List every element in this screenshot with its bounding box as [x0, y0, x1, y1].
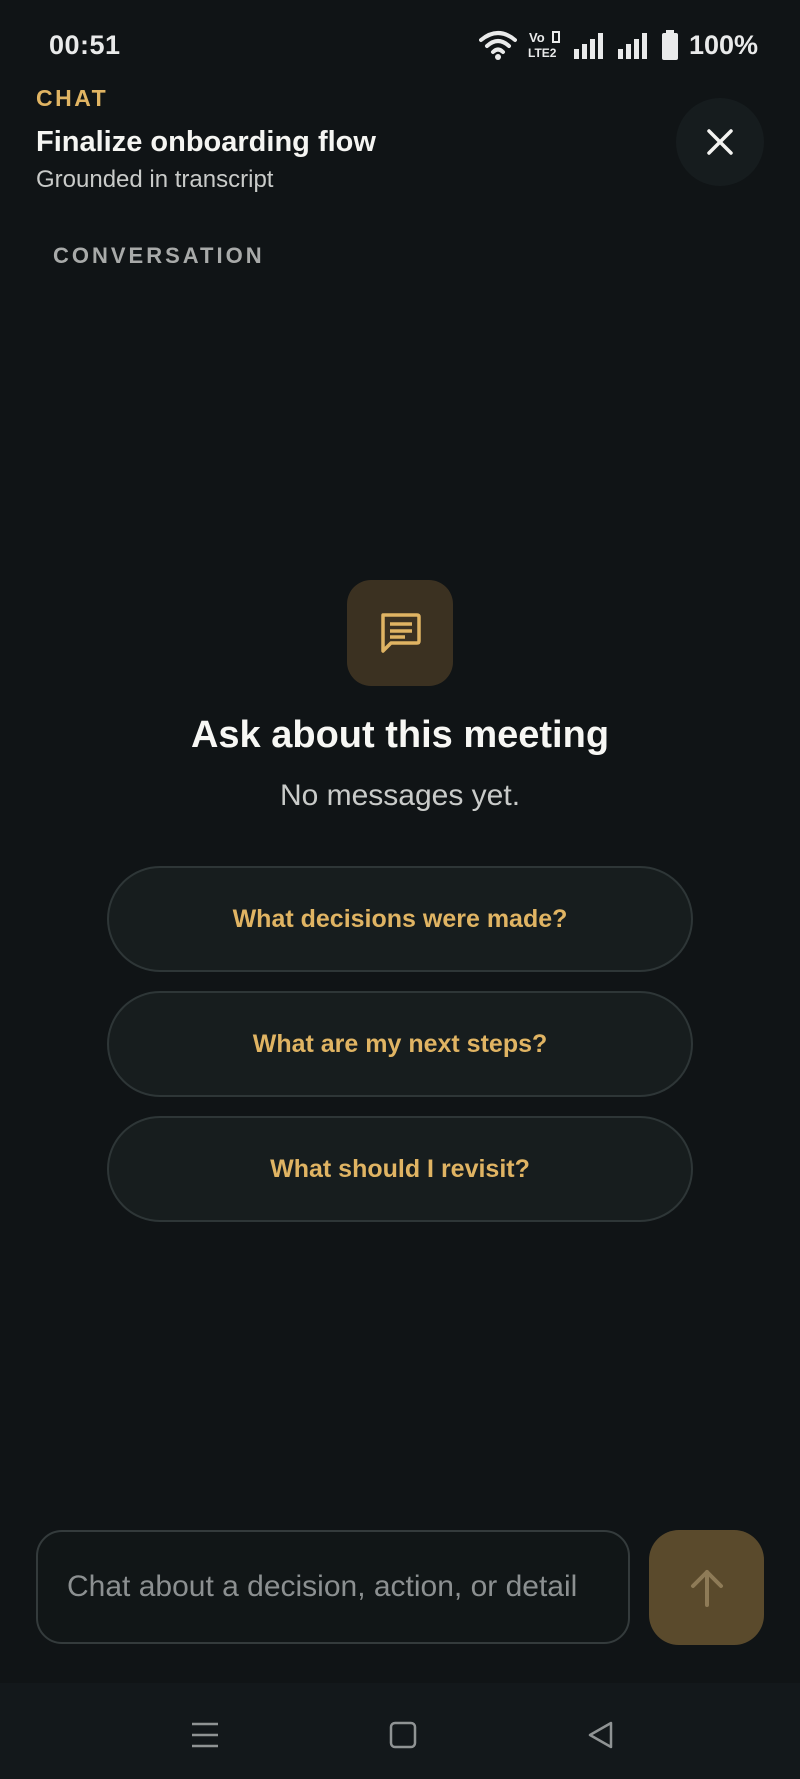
chat-composer [36, 1530, 630, 1644]
close-icon [707, 129, 733, 155]
battery-icon [661, 30, 678, 60]
status-bar: 00:51 Vo LTE2 100% [0, 0, 800, 92]
empty-state-subtitle: No messages yet. [279, 779, 521, 812]
arrow-up-icon [690, 1569, 723, 1607]
wifi-icon [478, 31, 517, 60]
empty-state: Ask about this meeting No messages yet. [0, 580, 800, 814]
empty-state-title: Ask about this meeting [190, 714, 610, 756]
signal-icon [573, 33, 603, 59]
volte-icon: Vo LTE2 [528, 30, 560, 60]
empty-state-icon-tile [347, 580, 453, 686]
back-button[interactable] [579, 1713, 623, 1757]
volte-line-2: LTE2 [528, 46, 557, 60]
volte-line-1: Vo [529, 30, 545, 45]
menu-icon [192, 1722, 218, 1748]
chat-bubble-icon [381, 613, 421, 653]
home-button[interactable] [381, 1713, 425, 1757]
section-label: CONVERSATION [53, 243, 265, 268]
system-nav-bar [0, 1683, 800, 1779]
header-eyebrow: CHAT [36, 85, 109, 111]
suggestion-revisit-button[interactable]: What should I revisit? [107, 1116, 693, 1222]
meeting-subtitle: Grounded in transcript [36, 166, 274, 193]
chat-input[interactable] [65, 1569, 628, 1605]
home-square-icon [389, 1721, 417, 1749]
suggestion-list: What decisions were made? What are my ne… [107, 866, 693, 1241]
status-time: 00:51 [49, 30, 121, 60]
recents-button[interactable] [183, 1713, 227, 1757]
signal-icon [617, 33, 647, 59]
meeting-title: Finalize onboarding flow [36, 126, 376, 158]
back-triangle-icon [588, 1721, 613, 1749]
battery-percent: 100% [688, 29, 758, 60]
close-button[interactable] [676, 98, 764, 186]
chat-header: CHAT Finalize onboarding flow Grounded i… [36, 84, 596, 195]
status-icons: Vo LTE2 100% [478, 28, 758, 62]
suggestion-decisions-button[interactable]: What decisions were made? [107, 866, 693, 972]
send-button[interactable] [649, 1530, 764, 1645]
suggestion-next-steps-button[interactable]: What are my next steps? [107, 991, 693, 1097]
